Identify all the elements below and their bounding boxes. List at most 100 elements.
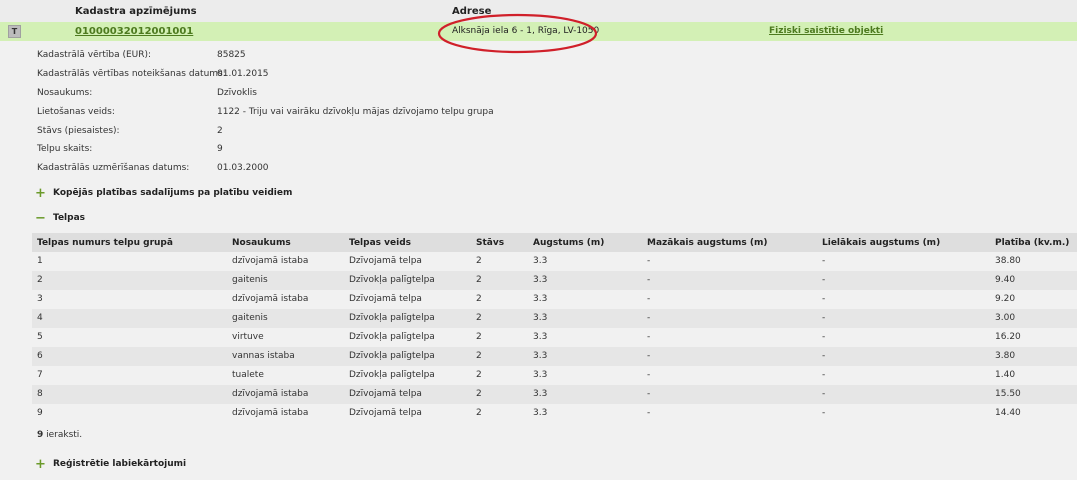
cell-room-type: Dzīvokļa palīgtelpa (349, 370, 435, 380)
cell-name: dzīvojamā istaba (232, 389, 309, 399)
cell-max-height: - (822, 313, 826, 323)
table-row: 7 tualete Dzīvokļa palīgtelpa 2 3.3 - - 1.40 (32, 366, 1077, 385)
table-row: 3 dzīvojamā istaba Dzīvojamā telpa 2 3.3 - - 9.… (32, 290, 1077, 309)
address-column-label: Adrese (452, 6, 492, 17)
cell-floor: 2 (476, 351, 482, 361)
rooms-section-toggle[interactable]: − Telpas (35, 211, 85, 226)
property-label: Lietošanas veids: (37, 107, 115, 117)
cell-room-type: Dzīvokļa palīgtelpa (349, 351, 435, 361)
cell-room-number: 6 (37, 351, 43, 361)
cell-min-height: - (647, 294, 651, 304)
improvements-section-label[interactable]: Reģistrētie labiekārtojumi (53, 459, 186, 469)
column-header-room-number[interactable]: Telpas numurs telpu grupā (37, 238, 173, 248)
cell-max-height: - (822, 389, 826, 399)
cell-name: vannas istaba (232, 351, 295, 361)
cell-room-number: 8 (37, 389, 43, 399)
cell-height: 3.3 (533, 351, 548, 361)
cell-name: dzīvojamā istaba (232, 256, 309, 266)
cell-min-height: - (647, 351, 651, 361)
cell-floor: 2 (476, 389, 482, 399)
table-row: 5 virtuve Dzīvokļa palīgtelpa 2 3.3 - - 16.20 (32, 328, 1077, 347)
cell-min-height: - (647, 256, 651, 266)
area-breakdown-section-toggle[interactable]: + Kopējās platības sadalījums pa platību… (35, 186, 292, 201)
record-row[interactable]: T 01000032012001001 Alksnāja iela 6 - 1,… (0, 22, 1077, 41)
property-value: 01.03.2000 (217, 163, 269, 173)
cell-height: 3.3 (533, 332, 548, 342)
column-header-max-height[interactable]: Lielākais augstums (m) (822, 238, 940, 248)
column-header-min-height[interactable]: Mazākais augstums (m) (647, 238, 767, 248)
table-row: 2 gaitenis Dzīvokļa palīgtelpa 2 3.3 - - 9.40 (32, 271, 1077, 290)
cell-name: gaitenis (232, 275, 268, 285)
property-value: 2 (217, 126, 223, 136)
cell-floor: 2 (476, 313, 482, 323)
cell-room-type: Dzīvojamā telpa (349, 408, 422, 418)
cell-area: 3.00 (995, 313, 1016, 323)
cell-room-type: Dzīvokļa palīgtelpa (349, 313, 435, 323)
cell-min-height: - (647, 275, 651, 285)
property-value: 1122 - Triju vai vairāku dzīvokļu mājas … (217, 107, 494, 117)
cell-min-height: - (647, 389, 651, 399)
area-breakdown-label[interactable]: Kopējās platības sadalījums pa platību v… (53, 188, 292, 198)
cell-room-number: 5 (37, 332, 43, 342)
property-value: 85825 (217, 50, 246, 60)
cell-area: 14.40 (995, 408, 1021, 418)
cell-max-height: - (822, 408, 826, 418)
cell-room-type: Dzīvojamā telpa (349, 256, 422, 266)
expand-plus-icon[interactable]: + (35, 186, 46, 201)
column-header-area[interactable]: Platība (kv.m.) (995, 238, 1069, 248)
cell-name: dzīvojamā istaba (232, 408, 309, 418)
cell-area: 38.80 (995, 256, 1021, 266)
property-label: Kadastrālās uzmērīšanas datums: (37, 163, 190, 173)
header-bar: Kadastra apzīmējums Adrese (0, 0, 1077, 22)
cell-room-number: 4 (37, 313, 43, 323)
cell-room-number: 3 (37, 294, 43, 304)
cadastre-number-link[interactable]: 01000032012001001 (75, 26, 193, 37)
address-value: Alksnāja iela 6 - 1, Rīga, LV-1050 (452, 26, 600, 36)
table-row: 9 dzīvojamā istaba Dzīvojamā telpa 2 3.3 - - 14… (32, 404, 1077, 423)
cell-room-type: Dzīvojamā telpa (349, 389, 422, 399)
column-header-name[interactable]: Nosaukums (232, 238, 291, 248)
expand-plus-icon[interactable]: + (35, 457, 46, 472)
cell-height: 3.3 (533, 256, 548, 266)
cell-min-height: - (647, 408, 651, 418)
collapse-minus-icon[interactable]: − (35, 211, 46, 226)
type-badge[interactable]: T (8, 25, 21, 38)
property-value: Dzīvoklis (217, 88, 257, 98)
property-label: Stāvs (piesaistes): (37, 126, 120, 136)
property-label: Kadastrālā vērtība (EUR): (37, 50, 152, 60)
cell-height: 3.3 (533, 389, 548, 399)
table-row: 8 dzīvojamā istaba Dzīvojamā telpa 2 3.3 - - 15… (32, 385, 1077, 404)
property-label: Telpu skaits: (37, 144, 93, 154)
property-label: Kadastrālās vērtības noteikšanas datums: (37, 69, 226, 79)
cell-area: 16.20 (995, 332, 1021, 342)
cell-floor: 2 (476, 275, 482, 285)
cell-height: 3.3 (533, 370, 548, 380)
column-header-room-type[interactable]: Telpas veids (349, 238, 411, 248)
table-row: 6 vannas istaba Dzīvokļa palīgtelpa 2 3.3 - - 3… (32, 347, 1077, 366)
property-value: 9 (217, 144, 223, 154)
cell-floor: 2 (476, 370, 482, 380)
column-header-height[interactable]: Augstums (m) (533, 238, 604, 248)
cell-max-height: - (822, 275, 826, 285)
cell-name: dzīvojamā istaba (232, 294, 309, 304)
cell-min-height: - (647, 313, 651, 323)
cell-min-height: - (647, 370, 651, 380)
rooms-section-label[interactable]: Telpas (53, 213, 85, 223)
improvements-section-toggle[interactable]: + Reģistrētie labiekārtojumi (35, 457, 186, 472)
property-value: 01.01.2015 (217, 69, 269, 79)
cell-area: 15.50 (995, 389, 1021, 399)
cell-name: tualete (232, 370, 264, 380)
cadastre-column-label: Kadastra apzīmējums (75, 6, 197, 17)
cell-height: 3.3 (533, 294, 548, 304)
cell-room-type: Dzīvokļa palīgtelpa (349, 275, 435, 285)
cell-room-number: 1 (37, 256, 43, 266)
cell-max-height: - (822, 294, 826, 304)
cell-area: 9.20 (995, 294, 1016, 304)
column-header-floor[interactable]: Stāvs (476, 238, 504, 248)
cell-height: 3.3 (533, 275, 548, 285)
cell-max-height: - (822, 332, 826, 342)
cell-area: 3.80 (995, 351, 1016, 361)
cell-height: 3.3 (533, 408, 548, 418)
linked-objects-link[interactable]: Fiziski saistītie objekti (769, 26, 883, 36)
cell-max-height: - (822, 256, 826, 266)
